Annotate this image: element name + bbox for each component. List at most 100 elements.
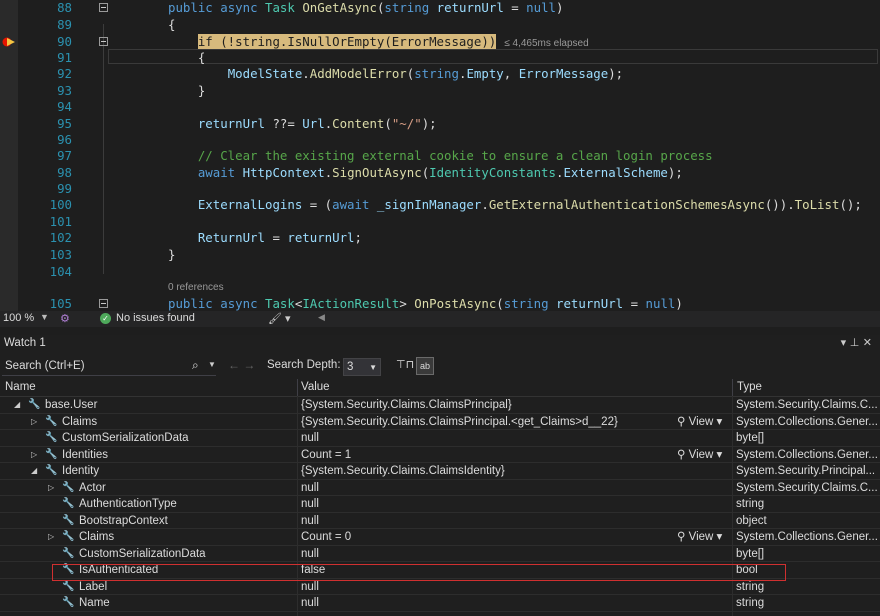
- code-line[interactable]: 98 await HttpContext.SignOutAsync(Identi…: [0, 165, 880, 181]
- watch-value[interactable]: {System.Security.Claims.ClaimsPrincipal}: [301, 397, 512, 413]
- highlight-box: [52, 564, 786, 581]
- watch-row[interactable]: ▷ 🔧 Actor null System.Security.Claims.C...: [0, 480, 880, 496]
- code-line[interactable]: 91 {: [0, 50, 880, 66]
- col-value[interactable]: Value: [301, 381, 330, 393]
- col-type[interactable]: Type: [737, 381, 762, 393]
- code-line[interactable]: 100 ExternalLogins = (await _signInManag…: [0, 197, 880, 213]
- watch-value[interactable]: null: [301, 546, 319, 562]
- watch-row[interactable]: ▷ 🔧 Claims {System.Security.Claims.ClaimsPr…: [0, 414, 880, 430]
- chevron-down-icon: ▼: [369, 363, 377, 372]
- watch-value[interactable]: null: [301, 513, 319, 529]
- line-number: 105: [49, 296, 72, 311]
- watch-row[interactable]: ▷ 🔧 Claims Count = 0 ⚲ View ▾ System.Collecti…: [0, 529, 880, 546]
- code-line[interactable]: 88 public async Task OnGetAsync(string re…: [0, 0, 880, 16]
- code-line[interactable]: 99: [0, 181, 880, 197]
- code-line[interactable]: 105 public async Task<IActionResult> OnPo…: [0, 296, 880, 311]
- zoom-level[interactable]: 100 %: [3, 312, 34, 324]
- watch-type: string: [736, 498, 765, 510]
- line-number: 99: [57, 181, 72, 196]
- panel-controls[interactable]: ▾ ⊥ ✕: [841, 336, 872, 349]
- watch-row[interactable]: 🔧 Name null string: [0, 595, 880, 612]
- code-editor[interactable]: 88 public async Task OnGetAsync(string re…: [0, 0, 880, 311]
- code-line[interactable]: 89 {: [0, 17, 880, 33]
- watch-row[interactable]: ▷ 🔧 Identities Count = 1 ⚲ View ▾ System.Coll…: [0, 447, 880, 463]
- col-name[interactable]: Name: [5, 381, 36, 393]
- wrench-icon: 🔧: [45, 448, 58, 460]
- wrench-icon: 🔧: [62, 514, 75, 526]
- watch-value[interactable]: null: [301, 496, 319, 512]
- watch-value[interactable]: Count = 1: [301, 447, 351, 463]
- column-divider[interactable]: [297, 379, 298, 396]
- line-number: 100: [49, 197, 72, 212]
- code-text: ModelState.AddModelError(string.Empty, E…: [227, 66, 624, 81]
- scroll-left-icon[interactable]: ◀: [318, 312, 325, 323]
- collapsed-arrow-icon[interactable]: ▷: [48, 529, 54, 545]
- collapsed-arrow-icon[interactable]: ▷: [31, 414, 37, 430]
- wrench-star-icon: 🔧: [45, 432, 58, 443]
- view-visualizer-button[interactable]: ⚲ View ▾: [677, 414, 722, 430]
- code-line[interactable]: 90 if (!string.IsNullOrEmpty(ErrorMessag…: [0, 34, 880, 50]
- watch-name: AuthenticationType: [79, 498, 177, 510]
- code-line[interactable]: 102 ReturnUrl = returnUrl;: [0, 230, 880, 246]
- wrench-icon: 🔧: [62, 597, 75, 608]
- view-visualizer-button[interactable]: ⚲ View ▾: [677, 529, 722, 545]
- watch-value[interactable]: Count = 0: [301, 529, 351, 545]
- code-lens-references[interactable]: 0 references: [168, 282, 224, 293]
- code-line[interactable]: 94: [0, 99, 880, 115]
- code-line[interactable]: 101: [0, 214, 880, 230]
- watch-value[interactable]: null: [301, 480, 319, 496]
- watch-value[interactable]: {System.Security.Claims.ClaimsIdentity}: [301, 463, 505, 479]
- expanded-arrow-icon[interactable]: ◢: [14, 397, 20, 413]
- chevron-down-icon[interactable]: ▼: [208, 360, 216, 369]
- watch-row[interactable]: 🔧 BootstrapContext null object: [0, 513, 880, 529]
- expanded-arrow-icon[interactable]: ◢: [31, 463, 37, 479]
- code-text: ExternalLogins = (await _signInManager.G…: [197, 197, 862, 212]
- search-depth-select[interactable]: 3 ▼: [343, 358, 381, 376]
- code-line[interactable]: 96: [0, 132, 880, 148]
- watch-type: System.Security.Claims.C...: [736, 399, 878, 411]
- wrench-icon: 🔧: [62, 481, 75, 493]
- watch-value[interactable]: {System.Security.Claims.ClaimsPrincipal.…: [301, 414, 618, 430]
- collapse-icon[interactable]: [99, 299, 108, 308]
- code-text: // Clear the existing external cookie to…: [197, 148, 713, 163]
- line-number: 102: [49, 230, 72, 245]
- search-icon[interactable]: ⌕: [192, 358, 199, 373]
- code-line[interactable]: 92 ModelState.AddModelError(string.Empty…: [0, 66, 880, 82]
- watch-row[interactable]: 🔧 CustomSerializationData null byte[]: [0, 546, 880, 562]
- search-input[interactable]: Search (Ctrl+E): [2, 357, 216, 376]
- perf-tip[interactable]: ≤ 4,465ms elapsed: [504, 38, 588, 49]
- view-visualizer-button[interactable]: ⚲ View ▾: [677, 447, 722, 463]
- wrench-icon: 🔧: [62, 580, 75, 592]
- wrench-icon: 🔧: [62, 498, 75, 509]
- collapse-icon[interactable]: [99, 37, 108, 46]
- panel-title: Watch 1: [4, 337, 46, 349]
- watch-row[interactable]: ◢ 🔧 Identity {System.Security.Claims.Claims…: [0, 463, 880, 480]
- collapsed-arrow-icon[interactable]: ▷: [31, 447, 37, 463]
- code-line[interactable]: 93 }: [0, 83, 880, 99]
- code-line[interactable]: 104: [0, 264, 880, 280]
- watch-type: System.Security.Principal...: [736, 465, 876, 477]
- code-line[interactable]: 97 // Clear the existing external cookie…: [0, 148, 880, 164]
- code-line[interactable]: 103}: [0, 247, 880, 263]
- watch-row[interactable]: 🔧 AuthenticationType null string: [0, 496, 880, 513]
- issues-status[interactable]: No issues found: [116, 312, 195, 324]
- watch-row[interactable]: ◢ 🔧 base.User {System.Security.Claims.Claim…: [0, 397, 880, 414]
- watch-value[interactable]: null: [301, 595, 319, 611]
- chevron-down-icon[interactable]: ▼: [40, 312, 49, 322]
- line-number: 101: [49, 214, 72, 229]
- collapsed-arrow-icon[interactable]: ▷: [48, 480, 54, 496]
- watch-row[interactable]: 🔧 CustomSerializationData null byte[]: [0, 430, 880, 447]
- watch-toolbar: Search (Ctrl+E) ⌕ ▼ ← → Search Depth: 3 ▼…: [0, 355, 880, 379]
- code-cleanup-icon[interactable]: 🖌 ▾: [268, 312, 291, 325]
- watch-value[interactable]: null: [301, 430, 319, 446]
- watch-name: Identity: [62, 465, 100, 477]
- navigate-arrows-icon[interactable]: ← →: [228, 358, 255, 372]
- hex-display-icon[interactable]: ab: [416, 357, 434, 375]
- intellicode-icon[interactable]: ⚙: [60, 312, 70, 325]
- pin-icon[interactable]: ⊤⊓: [396, 358, 414, 371]
- column-divider[interactable]: [732, 379, 733, 396]
- watch-name: Claims: [79, 531, 115, 543]
- code-line[interactable]: 95 returnUrl ??= Url.Content("~/");: [0, 116, 880, 132]
- line-number: 93: [57, 83, 72, 98]
- collapse-icon[interactable]: [99, 3, 108, 12]
